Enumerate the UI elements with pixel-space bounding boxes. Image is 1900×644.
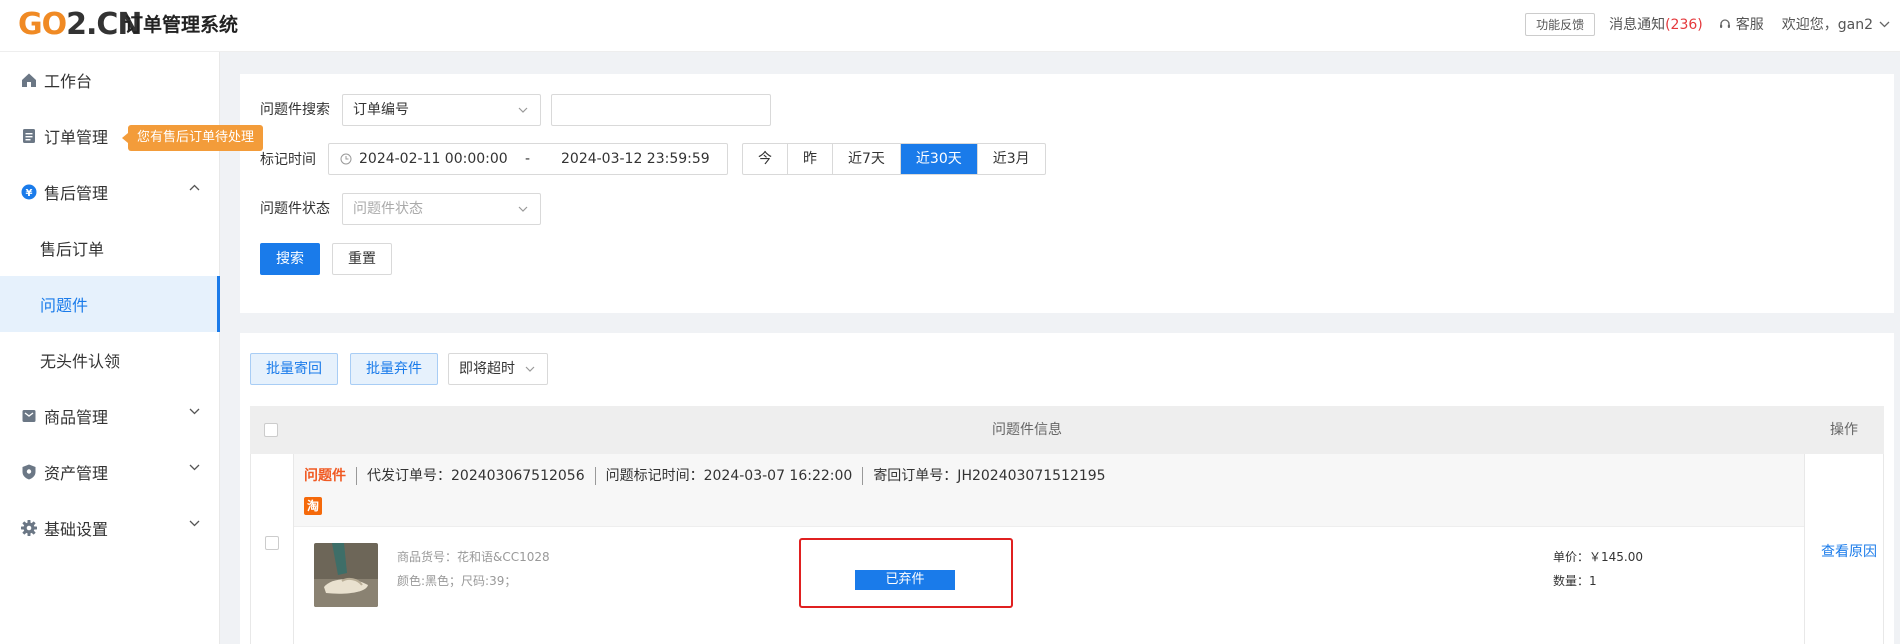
order-doc-icon bbox=[20, 127, 38, 145]
sidebar-item-label: 商品管理 bbox=[44, 408, 109, 427]
welcome-text: 欢迎您，gan2 bbox=[1781, 17, 1873, 33]
date-separator: - bbox=[525, 151, 531, 167]
order-number: 代发订单号：202403067512056 bbox=[367, 468, 585, 484]
header-right: 功能反馈 消息通知(236) 客服 欢迎您，gan2 bbox=[1525, 0, 1900, 48]
sidebar-item-goods[interactable]: 商品管理 bbox=[0, 388, 220, 444]
search-type-value: 订单编号 bbox=[353, 102, 409, 118]
mark-time: 问题标记时间：2024-03-07 16:22:00 bbox=[605, 468, 853, 484]
svg-text:¥: ¥ bbox=[26, 188, 33, 199]
sidebar-subitem-aftersales-orders[interactable]: 售后订单 bbox=[0, 220, 220, 276]
messages-link[interactable]: 消息通知(236) bbox=[1609, 14, 1703, 34]
expiring-select[interactable]: 即将超时 bbox=[448, 353, 548, 385]
quick-range-3months[interactable]: 近3月 bbox=[978, 144, 1045, 174]
status-highlight-box: 已弃件 bbox=[799, 538, 1013, 608]
taobao-badge: 淘 bbox=[304, 497, 322, 515]
return-order-number: 寄回订单号：JH202403071512195 bbox=[873, 468, 1106, 484]
product-thumbnail[interactable] bbox=[314, 543, 378, 607]
date-start: 2024-02-11 00:00:00 bbox=[359, 151, 508, 167]
product-info: 商品货号：花和语&CC1028 颜色:黑色；尺码:39； bbox=[397, 545, 550, 593]
search-button[interactable]: 搜索 bbox=[260, 243, 320, 275]
home-icon bbox=[20, 71, 38, 89]
feedback-button[interactable]: 功能反馈 bbox=[1525, 12, 1596, 36]
chevron-down-icon bbox=[189, 408, 200, 415]
top-header: GO2.CN 订单管理系统 功能反馈 消息通知(236) 客服 欢迎您，gan2 bbox=[0, 0, 1900, 52]
quick-range-7days[interactable]: 近7天 bbox=[833, 144, 901, 174]
chevron-down-icon bbox=[189, 464, 200, 471]
chevron-down-icon bbox=[525, 366, 535, 372]
status-badge: 已弃件 bbox=[855, 570, 955, 590]
sidebar-item-assets[interactable]: 资产管理 bbox=[0, 444, 220, 500]
yen-circle-icon: ¥ bbox=[20, 183, 38, 201]
chevron-down-icon bbox=[518, 107, 528, 113]
product-spec: 颜色:黑色；尺码:39； bbox=[397, 574, 517, 588]
sidebar-item-label: 工作台 bbox=[44, 72, 93, 91]
sidebar-item-workbench[interactable]: 工作台 bbox=[0, 52, 220, 108]
sidebar-subitem-unclaimed-parcels[interactable]: 无头件认领 bbox=[0, 332, 220, 388]
product-sku: 商品货号：花和语&CC1028 bbox=[397, 550, 550, 564]
batch-abandon-button[interactable]: 批量弃件 bbox=[350, 353, 438, 385]
sidebar-subitem-problem-items[interactable]: 问题件 bbox=[0, 276, 220, 332]
shield-icon bbox=[20, 463, 38, 481]
problem-tag: 问题件 bbox=[304, 468, 346, 484]
customer-service-link[interactable]: 客服 bbox=[1719, 14, 1764, 34]
date-end: 2024-03-12 23:59:59 bbox=[561, 151, 710, 167]
expiring-select-value: 即将超时 bbox=[459, 361, 515, 377]
row-checkbox[interactable] bbox=[265, 536, 279, 550]
sidebar-item-settings[interactable]: 基础设置 bbox=[0, 500, 220, 556]
sidebar-item-label: 资产管理 bbox=[44, 464, 109, 483]
quick-range-group: 今 昨 近7天 近30天 近3月 bbox=[742, 143, 1046, 175]
clock-icon bbox=[340, 153, 352, 165]
filter-panel: 问题件搜索 订单编号 标记时间 2024-02-11 00:00:00 - 20… bbox=[240, 74, 1894, 313]
unit-price: 单价：￥145.00 bbox=[1553, 550, 1643, 564]
quick-range-30days[interactable]: 近30天 bbox=[900, 144, 978, 174]
reset-button[interactable]: 重置 bbox=[332, 243, 392, 275]
status-label: 问题件状态 bbox=[260, 201, 330, 217]
status-placeholder: 问题件状态 bbox=[353, 201, 423, 217]
customer-service-label: 客服 bbox=[1735, 17, 1764, 33]
search-input[interactable] bbox=[551, 94, 771, 126]
goods-box-icon bbox=[20, 407, 38, 425]
view-reason-link[interactable]: 查看原因 bbox=[1821, 541, 1877, 561]
row-meta: 问题件 代发订单号：202403067512056 问题标记时间：2024-03… bbox=[304, 466, 1106, 486]
headset-icon bbox=[1719, 19, 1730, 28]
quick-range-yesterday[interactable]: 昨 bbox=[788, 144, 833, 174]
chevron-down-icon bbox=[518, 206, 528, 212]
logo-go-text: GO bbox=[18, 7, 67, 42]
date-range-picker[interactable]: 2024-02-11 00:00:00 - 2024-03-12 23:59:5… bbox=[328, 143, 728, 175]
sidebar-item-label: 基础设置 bbox=[44, 520, 109, 539]
column-header-info: 问题件信息 bbox=[992, 422, 1062, 438]
gear-icon bbox=[20, 519, 38, 537]
system-title: 订单管理系统 bbox=[124, 14, 239, 36]
sidebar-item-aftersales[interactable]: ¥ 售后管理 bbox=[0, 164, 220, 220]
chevron-up-icon bbox=[189, 184, 200, 191]
quick-range-today[interactable]: 今 bbox=[743, 144, 788, 174]
row-header: 问题件 代发订单号：202403067512056 问题标记时间：2024-03… bbox=[294, 454, 1804, 527]
aftersales-pending-tooltip: 您有售后订单待处理 bbox=[121, 125, 264, 151]
chevron-down-icon bbox=[189, 520, 200, 527]
messages-label: 消息通知 bbox=[1609, 17, 1666, 33]
table-header: 问题件信息 操作 bbox=[250, 406, 1884, 454]
table-row: 问题件 代发订单号：202403067512056 问题标记时间：2024-03… bbox=[250, 454, 1884, 644]
sidebar-item-label: 订单管理 bbox=[44, 128, 109, 147]
price-info: 单价：￥145.00 数量：1 bbox=[1553, 545, 1643, 593]
sidebar-item-label: 售后管理 bbox=[44, 184, 109, 203]
chevron-down-icon bbox=[1879, 21, 1890, 27]
messages-count: (236) bbox=[1665, 17, 1703, 33]
column-header-action: 操作 bbox=[1830, 422, 1858, 438]
list-panel: 批量寄回 批量弃件 即将超时 问题件信息 操作 问题件 代发订单号：202403… bbox=[240, 333, 1894, 644]
quantity: 数量：1 bbox=[1553, 574, 1597, 588]
search-type-select[interactable]: 订单编号 bbox=[342, 94, 541, 126]
mark-time-label: 标记时间 bbox=[260, 152, 316, 168]
logo[interactable]: GO2.CN bbox=[18, 7, 143, 42]
column-divider bbox=[1804, 454, 1805, 644]
status-select[interactable]: 问题件状态 bbox=[342, 193, 541, 225]
batch-return-button[interactable]: 批量寄回 bbox=[250, 353, 338, 385]
search-label: 问题件搜索 bbox=[260, 102, 330, 118]
user-menu[interactable]: 欢迎您，gan2 bbox=[1782, 14, 1890, 34]
